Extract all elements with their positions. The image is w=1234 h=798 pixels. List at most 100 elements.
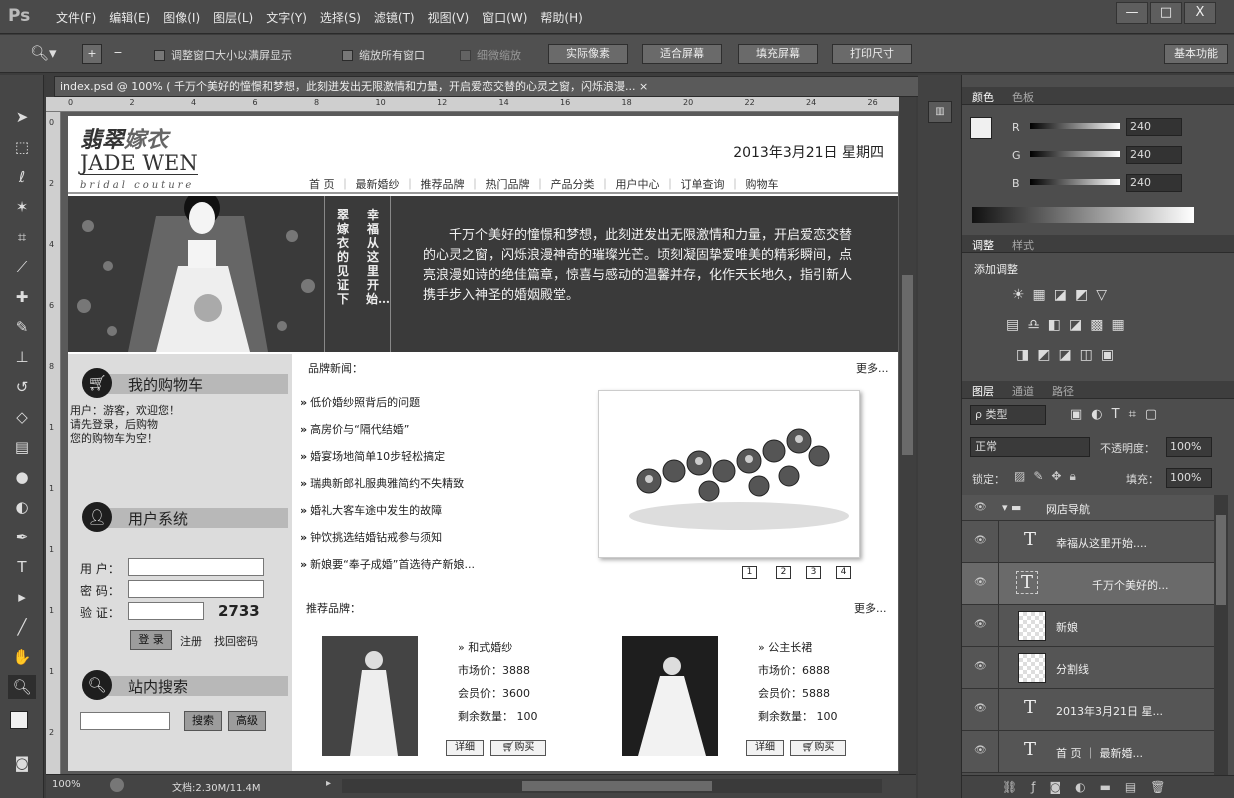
workspace-button[interactable]: 基本功能	[1164, 44, 1228, 64]
history-panel-icon[interactable]: ▥	[928, 101, 952, 123]
scrubby-zoom-checkbox[interactable]: 细微缩放	[460, 47, 521, 63]
eye-icon[interactable]: 👁︎	[974, 577, 987, 588]
hand-tool-icon[interactable]: ✋	[8, 645, 36, 669]
layer-filter-select[interactable]: ρ 类型	[970, 405, 1046, 425]
login-button[interactable]: 登 录	[130, 630, 172, 650]
crop-tool-icon[interactable]: ⌗	[8, 225, 36, 249]
scroll-thumb[interactable]	[902, 275, 913, 455]
magic-wand-tool-icon[interactable]: ✶	[8, 195, 36, 219]
document-tab[interactable]: index.psd @ 100% ( 千万个美好的憧憬和梦想，此刻迸发出无限激情…	[54, 76, 922, 97]
slide-page-1[interactable]: 1	[742, 566, 757, 579]
zoom-tool-icon[interactable]: 🔍︎	[8, 675, 36, 699]
g-value[interactable]: 240	[1126, 146, 1182, 164]
b-slider[interactable]	[1030, 179, 1120, 185]
scroll-thumb[interactable]	[1216, 515, 1226, 605]
nav-recommend[interactable]: 推荐品牌	[416, 176, 470, 192]
menu-help[interactable]: 帮助(H)	[540, 9, 582, 26]
color-ramp[interactable]	[972, 207, 1194, 223]
layer-row[interactable]: 👁︎ 分割线	[962, 647, 1214, 689]
news-item[interactable]: » 高房价与“隔代结婚”	[300, 421, 410, 437]
menu-edit[interactable]: 编辑(E)	[109, 9, 150, 26]
foreground-color-swatch[interactable]	[10, 711, 28, 729]
actual-pixels-button[interactable]: 实际像素	[548, 44, 628, 64]
recommend-more-link[interactable]: 更多...	[854, 600, 887, 616]
nav-category[interactable]: 产品分类	[546, 176, 600, 192]
b-value[interactable]: 240	[1126, 174, 1182, 192]
nav-home[interactable]: 首 页	[304, 176, 340, 192]
status-menu-icon[interactable]	[110, 778, 124, 792]
advanced-search-button[interactable]: 高级	[228, 711, 266, 731]
nav-hot[interactable]: 热门品牌	[481, 176, 535, 192]
eye-icon[interactable]: 👁︎	[974, 745, 987, 756]
tab-color[interactable]: 颜色	[972, 89, 994, 105]
product-image[interactable]	[322, 636, 418, 756]
pen-tool-icon[interactable]: ✒	[8, 525, 36, 549]
lasso-tool-icon[interactable]: ℓ	[8, 165, 36, 189]
news-item[interactable]: » 钟饮挑选结婚钻戒参与须知	[300, 529, 442, 545]
fit-screen-button[interactable]: 适合屏幕	[642, 44, 722, 64]
maximize-button[interactable]: □	[1150, 2, 1182, 24]
close-button[interactable]: X	[1184, 2, 1216, 24]
password-field[interactable]	[128, 580, 264, 598]
healing-brush-tool-icon[interactable]: ✚	[8, 285, 36, 309]
marquee-tool-icon[interactable]: ⬚	[8, 135, 36, 159]
adjustment-icons-row-1[interactable]: ☀▦◪◩▽	[1012, 287, 1115, 303]
tab-channels[interactable]: 通道	[1012, 383, 1034, 399]
tab-paths[interactable]: 路径	[1052, 383, 1074, 399]
product-name[interactable]: » 公主长裙	[758, 636, 838, 659]
status-arrow-icon[interactable]: ▸	[326, 778, 331, 789]
search-button[interactable]: 搜索	[184, 711, 222, 731]
minimize-button[interactable]: —	[1116, 2, 1148, 24]
fill-field[interactable]: 100%	[1166, 468, 1212, 488]
buy-button[interactable]: 🛒︎购买	[490, 740, 546, 756]
eye-icon[interactable]: 👁︎	[974, 703, 987, 714]
menu-window[interactable]: 窗口(W)	[482, 9, 527, 26]
opacity-field[interactable]: 100%	[1166, 437, 1212, 457]
type-tool-icon[interactable]: T	[8, 555, 36, 579]
news-item[interactable]: » 新娘要“奉子成婚”首选待产新娘...	[300, 556, 475, 572]
layer-group[interactable]: 👁︎ ▾ ▬ 网店导航	[962, 495, 1214, 521]
product-name[interactable]: » 和式婚纱	[458, 636, 538, 659]
zoom-level[interactable]: 100%	[52, 779, 81, 790]
username-field[interactable]	[128, 558, 264, 576]
resize-windows-checkbox[interactable]: 调整窗口大小以满屏显示	[154, 47, 292, 63]
menu-image[interactable]: 图像(I)	[163, 9, 200, 26]
tab-styles[interactable]: 样式	[1012, 237, 1034, 253]
detail-button[interactable]: 详细	[746, 740, 784, 756]
slide-page-2[interactable]: 2	[776, 566, 791, 579]
zoom-out-icon[interactable]: −	[108, 44, 128, 64]
gradient-tool-icon[interactable]: ▤	[8, 435, 36, 459]
layer-filter-icons[interactable]: ▣◐T⌗▢	[1070, 407, 1166, 422]
buy-button[interactable]: 🛒︎购买	[790, 740, 846, 756]
eye-icon[interactable]: 👁︎	[974, 502, 987, 513]
foreground-color-swatch[interactable]	[970, 117, 992, 139]
adjustment-icons-row-2[interactable]: ▤♎◧◪▩▦	[1006, 317, 1133, 333]
menu-view[interactable]: 视图(V)	[428, 9, 470, 26]
layer-row[interactable]: 👁︎ T 2013年3月21日 星...	[962, 689, 1214, 731]
print-size-button[interactable]: 打印尺寸	[832, 44, 912, 64]
eye-icon[interactable]: 👁︎	[974, 661, 987, 672]
news-item[interactable]: » 低价婚纱照背后的问题	[300, 394, 420, 410]
nav-cart[interactable]: 购物车	[741, 176, 784, 192]
news-item[interactable]: » 婚宴场地简单10步轻松搞定	[300, 448, 445, 464]
zoom-all-windows-checkbox[interactable]: 缩放所有窗口	[342, 47, 425, 63]
layer-row-selected[interactable]: 👁︎ T 千万个美好的...	[962, 563, 1214, 605]
news-more-link[interactable]: 更多...	[856, 360, 889, 376]
eye-icon[interactable]: 👁︎	[974, 619, 987, 630]
lock-icons[interactable]: ▨✎✥🔒︎	[1014, 469, 1084, 484]
product-image[interactable]	[622, 636, 718, 756]
register-link[interactable]: 注册	[180, 633, 202, 649]
nav-user[interactable]: 用户中心	[611, 176, 665, 192]
r-slider[interactable]	[1030, 123, 1120, 129]
dodge-tool-icon[interactable]: ◐	[8, 495, 36, 519]
line-tool-icon[interactable]: ╱	[8, 615, 36, 639]
eraser-tool-icon[interactable]: ◇	[8, 405, 36, 429]
menu-filter[interactable]: 滤镜(T)	[374, 9, 415, 26]
brush-tool-icon[interactable]: ✎	[8, 315, 36, 339]
layers-footer-icons[interactable]: ⛓ƒ◙◐▬▤🗑︎	[962, 775, 1234, 798]
find-password-link[interactable]: 找回密码	[214, 633, 258, 649]
menu-type[interactable]: 文字(Y)	[266, 9, 307, 26]
news-item[interactable]: » 婚礼大客车途中发生的故障	[300, 502, 442, 518]
captcha-field[interactable]	[128, 602, 204, 620]
tab-adjustments[interactable]: 调整	[972, 237, 994, 253]
